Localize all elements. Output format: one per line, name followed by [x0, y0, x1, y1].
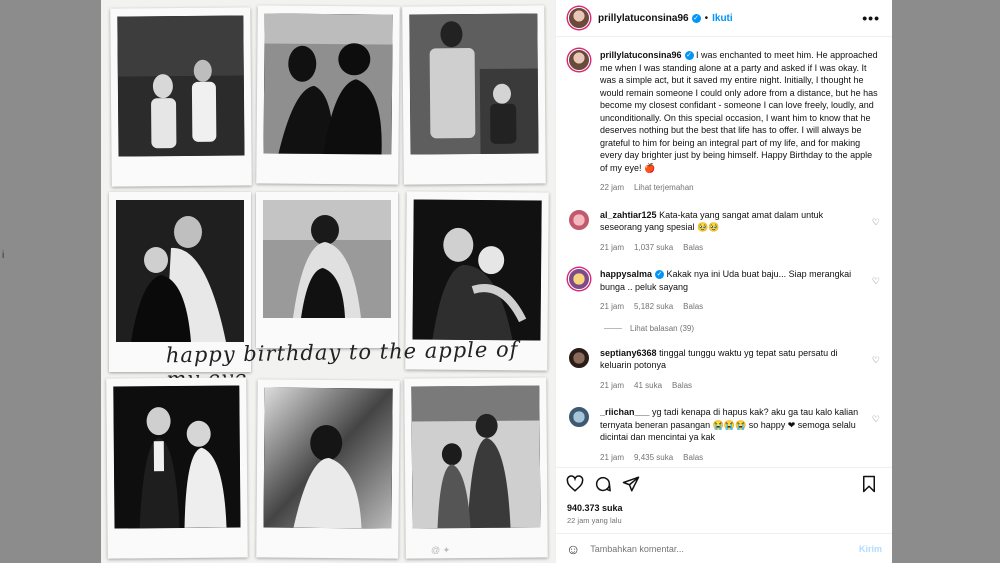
caption-text: I was enchanted to meet him. He approach…: [600, 50, 878, 173]
post-modal: happy birthday to the apple of my eye @ …: [101, 0, 892, 563]
bookmark-icon[interactable]: [860, 475, 882, 497]
username[interactable]: prillylatuconsina96: [598, 13, 689, 24]
comment-username[interactable]: _riichan___: [600, 407, 650, 417]
avatar[interactable]: [568, 268, 590, 290]
replies-divider: [604, 327, 622, 329]
avatar[interactable]: [568, 7, 590, 29]
reply-button[interactable]: Balas: [683, 302, 703, 311]
post-time: 22 jam yang lalu: [567, 516, 622, 525]
comment-likes[interactable]: 9,435 suka: [634, 453, 673, 462]
comment-username[interactable]: al_zahtiar125: [600, 210, 657, 220]
more-icon[interactable]: •••: [862, 10, 880, 26]
heart-icon[interactable]: ♡: [872, 414, 880, 425]
comment-time[interactable]: 21 jam: [600, 453, 624, 462]
verified-icon: ✓: [655, 270, 665, 280]
caption-username[interactable]: prillylatuconsina96: [600, 50, 682, 60]
post-comment-button[interactable]: Kirim: [859, 544, 882, 554]
polaroid-photo-1: [110, 7, 252, 187]
post-header: prillylatuconsina96 ✓ • Ikuti •••: [556, 0, 892, 37]
comments-scroll[interactable]: prillylatuconsina96 ✓ I was enchanted to …: [556, 37, 892, 467]
watermark: @ ✦: [431, 545, 451, 555]
polaroid-photo-3: [402, 5, 546, 185]
caption-time[interactable]: 22 jam: [600, 183, 624, 192]
emoji-icon[interactable]: ☺: [566, 541, 580, 557]
separator-dot: •: [704, 12, 709, 24]
action-bar: [556, 467, 892, 503]
comment-time[interactable]: 21 jam: [600, 302, 624, 311]
polaroid-photo-2: [256, 5, 400, 185]
heart-icon[interactable]: [566, 474, 588, 497]
heart-icon[interactable]: ♡: [872, 355, 880, 366]
avatar[interactable]: [568, 208, 590, 231]
comment-time[interactable]: 21 jam: [600, 243, 624, 252]
view-replies[interactable]: Lihat balasan (39): [604, 324, 880, 333]
avatar[interactable]: [568, 346, 590, 369]
add-comment-bar: ☺ Kirim: [556, 533, 892, 563]
polaroid-photo-8: [256, 379, 400, 559]
caption-row: prillylatuconsina96 ✓ I was enchanted to …: [568, 49, 880, 195]
side-text: i: [2, 250, 5, 261]
comment-time[interactable]: 21 jam: [600, 381, 624, 390]
heart-icon[interactable]: ♡: [872, 217, 880, 228]
share-icon[interactable]: [622, 475, 644, 497]
comment-likes[interactable]: 1,037 suka: [634, 243, 673, 252]
verified-icon: ✓: [684, 51, 694, 61]
comment-username[interactable]: happysalma: [600, 269, 652, 279]
follow-button[interactable]: Ikuti: [712, 13, 733, 24]
comment-item: al_zahtiar125 Kata-kata yang sangat amat…: [568, 208, 880, 255]
polaroid-photo-7: [106, 377, 248, 559]
comment-likes[interactable]: 41 suka: [634, 381, 662, 390]
view-replies-label[interactable]: Lihat balasan (39): [630, 324, 694, 333]
reply-button[interactable]: Balas: [672, 381, 692, 390]
reply-button[interactable]: Balas: [683, 243, 703, 252]
comment-username[interactable]: septiany6368: [600, 348, 657, 358]
post-image: happy birthday to the apple of my eye @ …: [101, 0, 555, 563]
reply-button[interactable]: Balas: [683, 453, 703, 462]
heart-icon[interactable]: ♡: [872, 276, 880, 287]
comment-item: happysalma ✓ Kakak nya ini Uda buat baju.…: [568, 268, 880, 314]
comment-item: septiany6368 tinggal tunggu waktu yg tep…: [568, 346, 880, 393]
verified-icon: ✓: [691, 13, 701, 23]
translate-link[interactable]: Lihat terjemahan: [634, 183, 694, 192]
avatar[interactable]: [568, 49, 590, 71]
polaroid-photo-5: [256, 192, 398, 348]
post-panel: prillylatuconsina96 ✓ • Ikuti ••• prilly…: [555, 0, 892, 563]
avatar[interactable]: [568, 406, 590, 428]
comment-icon[interactable]: [594, 475, 616, 497]
likes-count[interactable]: 940.373 suka: [556, 503, 892, 513]
polaroid-photo-9: [404, 377, 548, 559]
comment-likes[interactable]: 5,182 suka: [634, 302, 673, 311]
comment-item: _riichan___ yg tadi kenapa di hapus kak?…: [568, 406, 880, 464]
comment-input[interactable]: [590, 543, 859, 554]
